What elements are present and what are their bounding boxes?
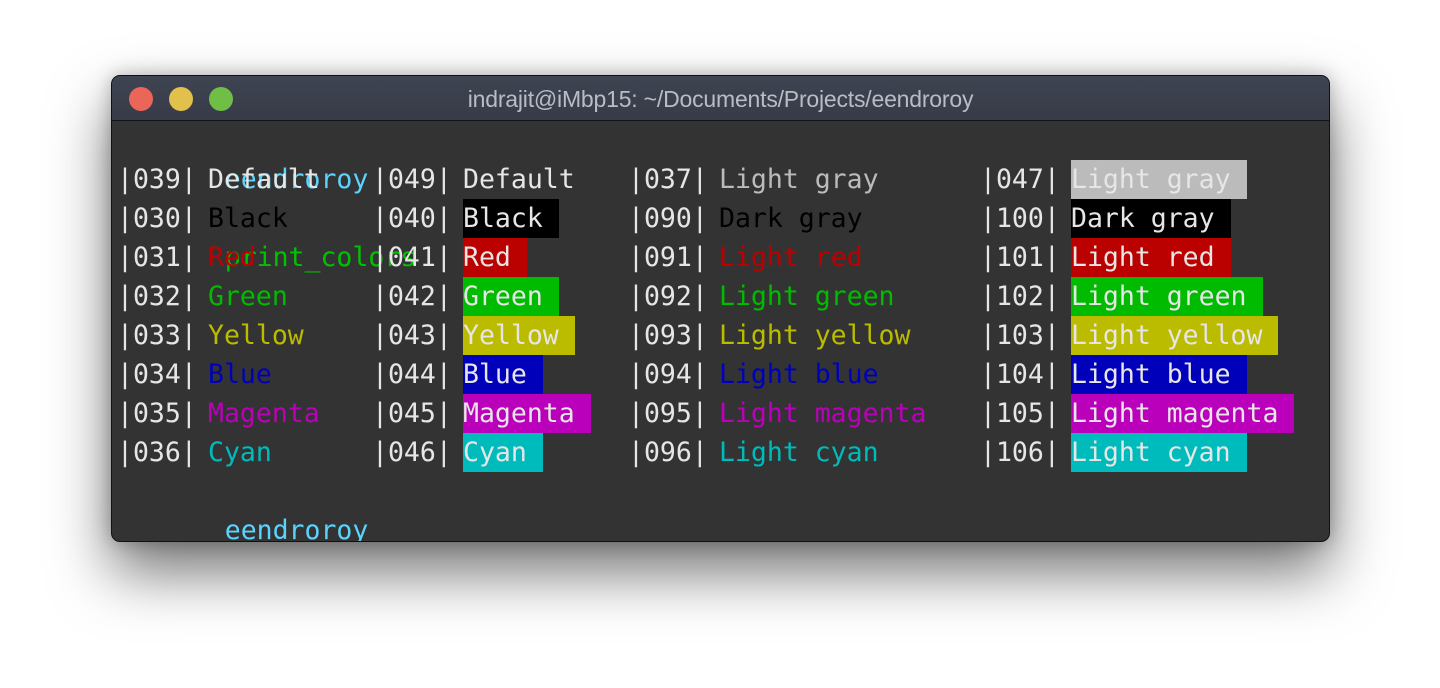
color-sample-foreground-light: Dark gray	[719, 203, 863, 234]
color-code: |103|	[980, 320, 1060, 351]
color-code: |106|	[980, 437, 1060, 468]
color-sample-background: Yellow	[463, 316, 575, 355]
color-code: |032|	[117, 281, 197, 312]
color-code: |102|	[980, 281, 1060, 312]
color-sample-foreground-light: Light red	[719, 242, 863, 273]
prompt-user: eendroroy	[224, 515, 369, 542]
color-sample-foreground-light: Light blue	[719, 359, 879, 390]
color-code: |090|	[628, 203, 708, 234]
color-sample-foreground: Green	[208, 281, 288, 312]
color-sample-foreground-light: Light yellow	[719, 320, 911, 351]
color-code: |046|	[372, 437, 452, 468]
color-sample-foreground: Default	[208, 164, 320, 195]
color-sample-background-light: Light yellow	[1071, 316, 1279, 355]
color-sample-background: Black	[463, 199, 559, 238]
color-code: |036|	[117, 437, 197, 468]
terminal-output[interactable]: eendroroy print_colors |039| Default |030|…	[112, 121, 1329, 541]
color-sample-foreground: Cyan	[208, 437, 272, 468]
color-code: |041|	[372, 242, 452, 273]
color-sample-background-light: Light green	[1071, 277, 1263, 316]
color-code: |091|	[628, 242, 708, 273]
color-sample-background: Magenta	[463, 394, 591, 433]
color-code: |043|	[372, 320, 452, 351]
color-code: |039|	[117, 164, 197, 195]
color-code: |094|	[628, 359, 708, 390]
color-sample-foreground: Black	[208, 203, 288, 234]
color-sample-background: Red	[463, 238, 527, 277]
color-sample-foreground-light: Light cyan	[719, 437, 879, 468]
terminal-window: indrajit@iMbp15: ~/Documents/Projects/ee…	[111, 75, 1330, 542]
color-code: |105|	[980, 398, 1060, 429]
color-code: |045|	[372, 398, 452, 429]
color-sample-background-light: Light cyan	[1071, 433, 1247, 472]
color-code: |096|	[628, 437, 708, 468]
color-sample-background-light: Light gray	[1071, 160, 1247, 199]
color-code: |033|	[117, 320, 197, 351]
color-sample-background-light: Light magenta	[1071, 394, 1295, 433]
window-title: indrajit@iMbp15: ~/Documents/Projects/ee…	[467, 86, 974, 112]
command-line: eendroroy print_colors	[129, 121, 416, 273]
color-code: |092|	[628, 281, 708, 312]
color-code: |040|	[372, 203, 452, 234]
color-sample-foreground-light: Light gray	[719, 164, 879, 195]
color-sample-background: Blue	[463, 355, 543, 394]
color-sample-background-light: Light red	[1071, 238, 1231, 277]
color-sample-foreground: Yellow	[208, 320, 304, 351]
color-code: |044|	[372, 359, 452, 390]
color-sample-background: Green	[463, 277, 559, 316]
color-sample-foreground-light: Light magenta	[719, 398, 927, 429]
color-code: |030|	[117, 203, 197, 234]
color-code: |047|	[980, 164, 1060, 195]
color-code: |101|	[980, 242, 1060, 273]
color-code: |042|	[372, 281, 452, 312]
color-sample-background: Default	[463, 164, 575, 195]
color-code: |034|	[117, 359, 197, 390]
color-sample-foreground: Blue	[208, 359, 272, 390]
color-code: |031|	[117, 242, 197, 273]
color-code: |035|	[117, 398, 197, 429]
color-sample-background: Cyan	[463, 433, 543, 472]
color-code: |093|	[628, 320, 708, 351]
color-code: |100|	[980, 203, 1060, 234]
color-code: |095|	[628, 398, 708, 429]
color-sample-foreground-light: Light green	[719, 281, 895, 312]
color-sample-background-light: Light blue	[1071, 355, 1247, 394]
color-code: |104|	[980, 359, 1060, 390]
color-sample-foreground: Magenta	[208, 398, 320, 429]
color-code: |037|	[628, 164, 708, 195]
title-bar[interactable]: indrajit@iMbp15: ~/Documents/Projects/ee…	[112, 76, 1329, 121]
color-code: |049|	[372, 164, 452, 195]
color-sample-background-light: Dark gray	[1071, 199, 1231, 238]
color-sample-foreground: Red	[208, 242, 256, 273]
active-prompt-line[interactable]: eendroroy	[129, 472, 369, 541]
